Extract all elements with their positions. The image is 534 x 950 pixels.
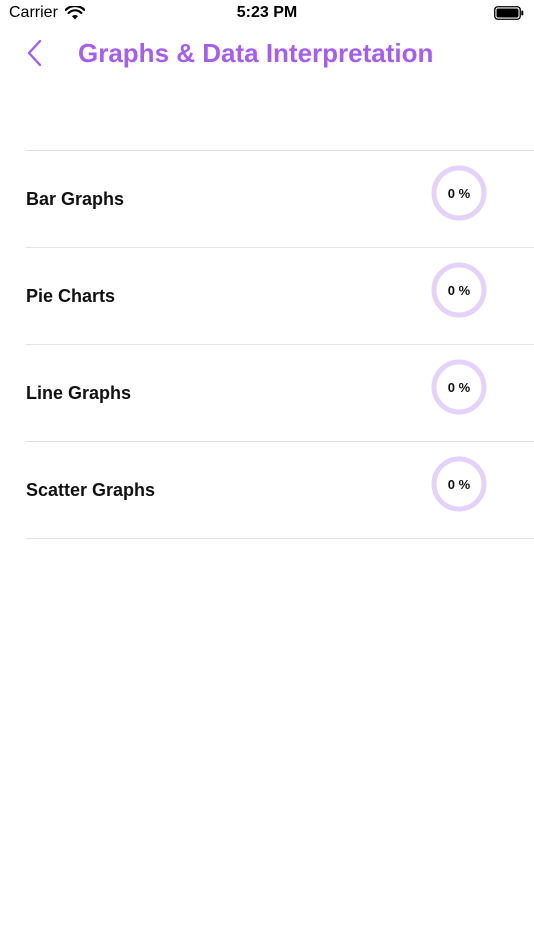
progress-ring: 0 % bbox=[431, 359, 487, 415]
progress-ring: 0 % bbox=[431, 262, 487, 318]
topic-label: Pie Charts bbox=[26, 285, 116, 306]
topic-row-pie-charts[interactable]: Pie Charts 0 % bbox=[26, 248, 534, 345]
topic-label: Bar Graphs bbox=[26, 188, 125, 209]
back-button[interactable] bbox=[22, 39, 48, 72]
battery-icon bbox=[494, 6, 524, 20]
progress-ring: 0 % bbox=[431, 165, 487, 221]
topic-row-scatter-graphs[interactable]: Scatter Graphs 0 % bbox=[26, 442, 534, 539]
status-time: 5:23 PM bbox=[236, 4, 298, 21]
status-bar: Carrier 5:23 PM bbox=[0, 0, 534, 28]
topic-row-line-graphs[interactable]: Line Graphs 0 % bbox=[26, 345, 534, 442]
progress-ring: 0 % bbox=[431, 456, 487, 512]
page-title: Graphs & Data Interpretation bbox=[78, 38, 434, 68]
topic-label: Line Graphs bbox=[26, 382, 132, 403]
topic-row-bar-graphs[interactable]: Bar Graphs 0 % bbox=[26, 151, 534, 248]
progress-percent: 0 % bbox=[447, 282, 471, 298]
chevron-left-icon bbox=[27, 39, 43, 72]
progress-percent: 0 % bbox=[447, 185, 471, 201]
progress-percent: 0 % bbox=[447, 476, 471, 492]
navigation-bar: Graphs & Data Interpretation bbox=[0, 32, 534, 80]
progress-percent: 0 % bbox=[447, 379, 471, 395]
topic-label: Scatter Graphs bbox=[26, 479, 156, 500]
topic-list: Bar Graphs 0 % Pie Charts 0 % Line Graph… bbox=[26, 150, 534, 539]
